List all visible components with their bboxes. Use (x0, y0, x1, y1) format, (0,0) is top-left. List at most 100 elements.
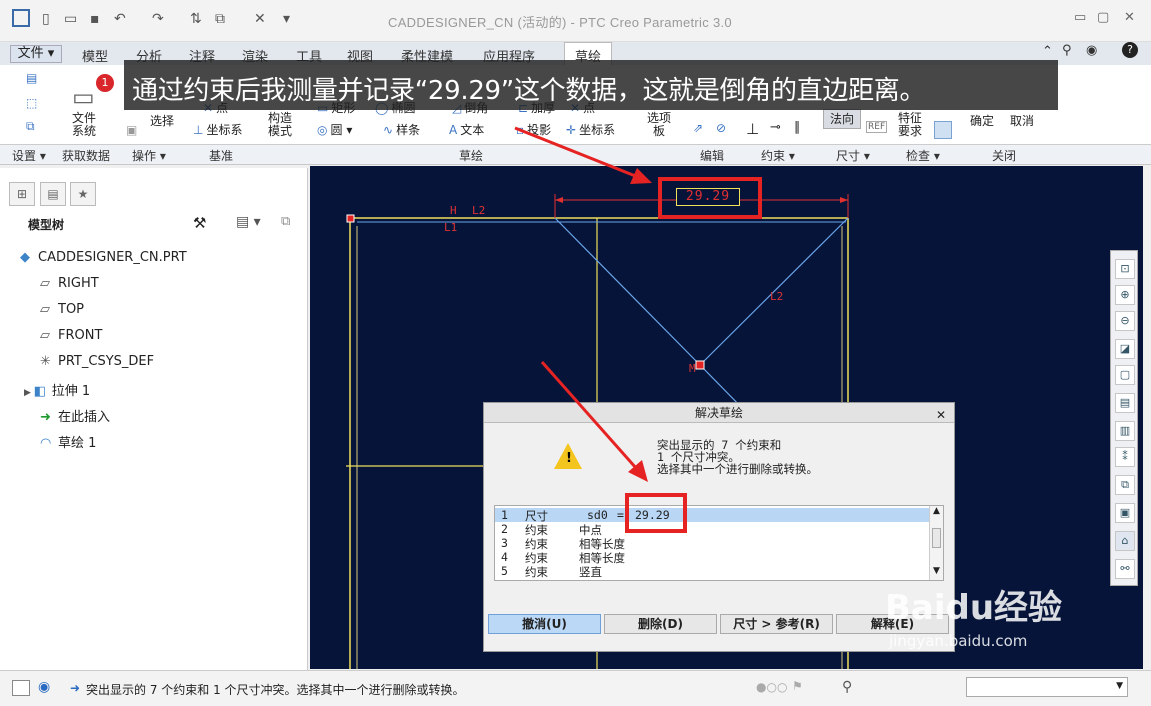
scroll-down-icon[interactable]: ▼ (933, 566, 940, 576)
search-icon[interactable]: ⚲ (1062, 43, 1072, 58)
windows-icon[interactable]: ⧉ (215, 11, 225, 27)
overlapping-geometry-icon[interactable] (934, 121, 952, 139)
file-system-button[interactable]: 文件 系统 (72, 112, 96, 138)
group-get-data: 获取数据 (62, 149, 111, 163)
tangent-icon[interactable]: ⊸ (770, 120, 781, 135)
tree-item[interactable]: ➜ 在此插入 (40, 406, 110, 425)
maximize-button[interactable]: ▢ (1097, 10, 1109, 25)
group-inspect[interactable]: 检查 ▾ (906, 147, 940, 164)
conflict-list[interactable]: 1 尺寸 sd0 = 29.29 2 约束 中点 3 约束 相等长度 4 约束 … (494, 505, 944, 581)
close-window-icon[interactable]: ✕ (254, 11, 266, 27)
flag-icon[interactable]: ⚑ (792, 679, 803, 693)
list-item[interactable]: 3 约束 相等长度 (495, 536, 931, 551)
expand-arrow-icon[interactable]: ▶ (24, 388, 34, 398)
parallel-icon[interactable]: ∥ (794, 120, 801, 135)
show-navigator-icon[interactable] (12, 680, 30, 696)
repaint-icon[interactable]: ◪ (1115, 339, 1135, 359)
refit-icon[interactable]: ⊡ (1115, 259, 1135, 279)
community-icon[interactable]: ◉ (1086, 43, 1097, 58)
part-icon: ◆ (20, 250, 30, 265)
close-button[interactable]: ✕ (1124, 10, 1135, 25)
list-scrollbar[interactable]: ▲ ▼ (929, 506, 943, 580)
datum-display-icon[interactable]: ⁑ (1115, 447, 1135, 467)
reference-dimension-icon[interactable]: REF (866, 121, 888, 133)
paste-icon[interactable]: ▣ (126, 123, 137, 137)
sketch-setup-icon[interactable]: ⬚ (26, 96, 40, 110)
help-icon[interactable]: ? (1122, 42, 1138, 58)
constraint-display-icon[interactable]: ⚯ (1115, 559, 1135, 579)
sketch-view-icon[interactable]: ⌂ (1115, 531, 1135, 551)
project-button[interactable]: ▫ 投影 (516, 121, 551, 138)
tree-item[interactable]: ▱ RIGHT (40, 276, 99, 291)
feature-requirements-button[interactable]: 特征 要求 (898, 112, 922, 138)
saved-orientations-icon[interactable]: ▤ (1115, 393, 1135, 413)
list-item[interactable]: 4 约束 相等长度 (495, 550, 931, 565)
tree-settings-icon[interactable]: ⚒ (193, 214, 206, 232)
group-dimension[interactable]: 尺寸 ▾ (836, 147, 870, 164)
undo-button[interactable]: 撤消(U) (488, 614, 601, 634)
tree-item[interactable]: ▱ TOP (40, 302, 84, 317)
select-button[interactable]: 选择 (150, 112, 174, 129)
setup-icon[interactable]: ▤ (26, 71, 40, 85)
model-tree-tab[interactable]: ⊞ (9, 182, 35, 206)
list-item[interactable]: 2 约束 中点 (495, 522, 931, 537)
scroll-thumb[interactable] (932, 528, 941, 548)
group-operations[interactable]: 操作 ▾ (132, 147, 166, 164)
selection-filter-dropdown[interactable]: ▼ (966, 677, 1128, 697)
tree-item[interactable]: ✳ PRT_CSYS_DEF (40, 354, 154, 369)
tree-filter-icon[interactable]: ⧉ (281, 214, 290, 229)
collapse-ribbon-icon[interactable]: ⌃ (1042, 44, 1053, 59)
group-constrain[interactable]: 约束 ▾ (761, 147, 795, 164)
tree-item[interactable]: ▶ ◧ 拉伸 1 (24, 380, 90, 399)
tree-item[interactable]: ◠ 草绘 1 (40, 432, 96, 451)
regenerate-icon[interactable]: ⇅ (190, 11, 202, 27)
zoom-in-icon[interactable]: ⊕ (1115, 285, 1135, 305)
folder-browser-tab[interactable]: ▤ (40, 182, 66, 206)
zoom-out-icon[interactable]: ⊖ (1115, 311, 1135, 331)
delete-segment-icon[interactable]: ⊘ (716, 121, 729, 135)
undo-icon[interactable]: ↶ (114, 11, 126, 27)
spline-button[interactable]: ∿ 样条 (383, 121, 420, 138)
coordinate-system-button-2[interactable]: ✛ 坐标系 (566, 121, 615, 138)
tree-item[interactable]: ▱ FRONT (40, 328, 102, 343)
group-edit: 编辑 (700, 149, 725, 163)
redo-icon[interactable]: ↷ (152, 11, 164, 27)
perpendicular-icon[interactable]: ⊥ (746, 120, 759, 138)
cancel-button[interactable]: 取消 (1010, 112, 1034, 129)
find-icon[interactable]: ⚲ (842, 679, 852, 695)
new-file-icon[interactable]: ▯ (42, 11, 50, 27)
delete-button[interactable]: 删除(D) (604, 614, 717, 634)
tab-file[interactable]: 文件 ▾ (10, 45, 62, 63)
tree-item[interactable]: ◆ CADDESIGNER_CN.PRT (20, 250, 187, 265)
file-system-icon[interactable]: ▭ (72, 83, 95, 111)
browser-icon[interactable]: ◉ (38, 679, 50, 695)
group-setup[interactable]: 设置 ▾ (12, 147, 46, 164)
minimize-button[interactable]: ▭ (1074, 10, 1086, 25)
favorites-tab[interactable]: ★ (70, 182, 96, 206)
palette-button[interactable]: 选项 板 (647, 112, 671, 138)
sketch-display-icon[interactable]: ▣ (1115, 503, 1135, 523)
reference-icon[interactable]: ⧉ (26, 119, 38, 134)
dialog-close-icon[interactable]: ✕ (936, 405, 946, 425)
circle-button[interactable]: ◎ 圆 ▾ (317, 121, 352, 138)
tab-model[interactable]: 模型 (82, 46, 108, 65)
list-item[interactable]: 5 约束 竖直 (495, 564, 931, 579)
list-item[interactable]: 1 尺寸 sd0 = 29.29 (495, 508, 931, 523)
annotation-display-icon[interactable]: ⧉ (1115, 475, 1135, 495)
display-style-icon[interactable]: ▢ (1115, 365, 1135, 385)
coordinate-system-button[interactable]: ⊥ 坐标系 (193, 121, 242, 138)
customize-icon[interactable]: ▾ (283, 11, 290, 27)
ok-button[interactable]: 确定 (970, 112, 994, 129)
dim-to-reference-button[interactable]: 尺寸 > 参考(R) (720, 614, 833, 634)
normal-dimension-button[interactable]: 法向 (823, 109, 861, 129)
text-button[interactable]: A 文本 (449, 121, 484, 138)
modify-icon[interactable]: ⇗ (693, 121, 706, 135)
group-sketch: 草绘 (459, 149, 484, 163)
message-arrow-icon: ➜ (70, 681, 81, 695)
construction-mode-button[interactable]: 构造 模式 (268, 112, 292, 138)
save-icon[interactable]: ▪ (90, 11, 100, 27)
view-manager-icon[interactable]: ▥ (1115, 421, 1135, 441)
open-file-icon[interactable]: ▭ (64, 11, 77, 27)
tree-columns-icon[interactable]: ▤ ▾ (236, 214, 261, 230)
scroll-up-icon[interactable]: ▲ (933, 506, 940, 516)
